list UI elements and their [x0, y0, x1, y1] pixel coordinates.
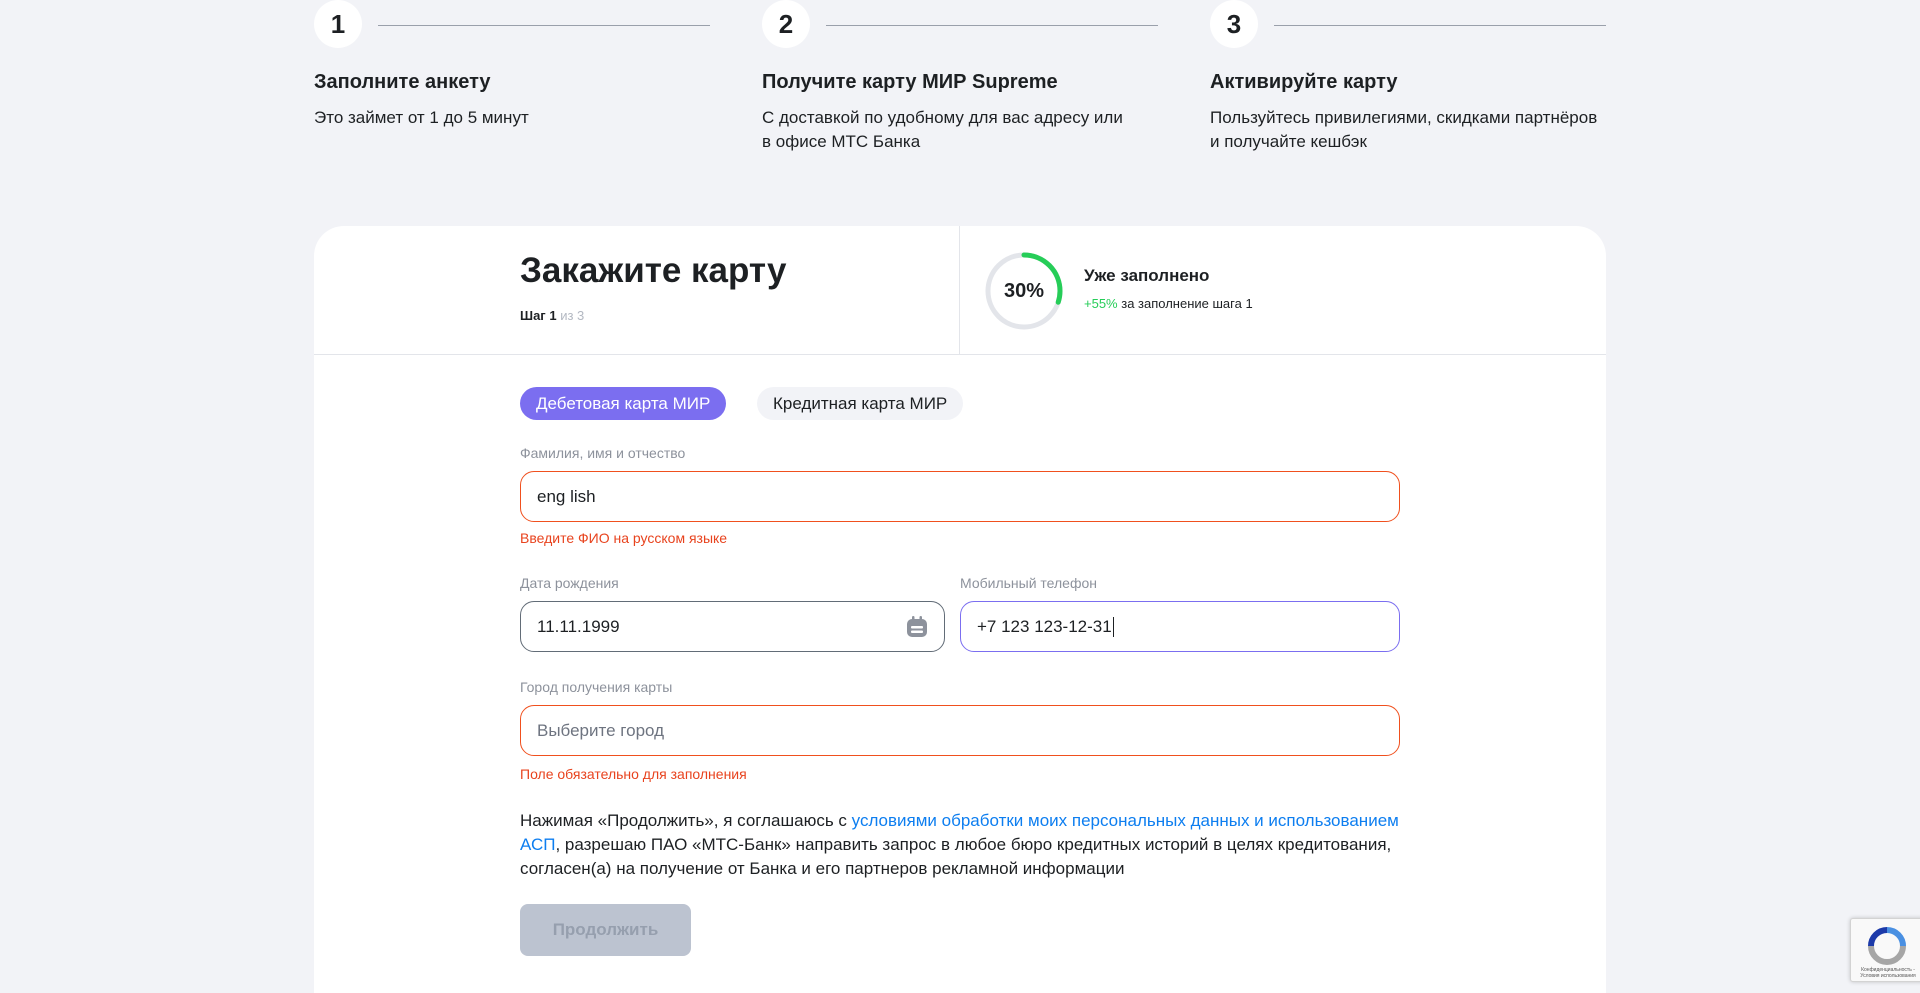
step-title: Заполните анкету: [314, 71, 491, 93]
step-3: 3 Активируйте карту Пользуйтесь привилег…: [1210, 0, 1610, 151]
text-caret: [1112, 616, 1114, 637]
order-card-form: Закажите карту Шаг 1 из 3 30% Уже заполн…: [314, 226, 1606, 993]
city-label: Город получения карты: [520, 679, 673, 695]
city-input[interactable]: Выберите город: [520, 705, 1400, 756]
form-header: Закажите карту Шаг 1 из 3 30% Уже заполн…: [314, 226, 1606, 355]
step-1: 1 Заполните анкету Это займет от 1 до 5 …: [314, 0, 714, 127]
fio-error: Введите ФИО на русском языке: [520, 530, 728, 546]
step-title: Получите карту МИР Supreme: [762, 71, 1058, 93]
recaptcha-badge[interactable]: Конфиденциальность - Условия использован…: [1850, 918, 1920, 982]
step-number: 3: [1210, 0, 1258, 48]
header-divider: [959, 226, 960, 355]
fio-input[interactable]: eng lish: [520, 471, 1400, 522]
step-number: 1: [314, 0, 362, 48]
calendar-icon[interactable]: [907, 616, 927, 638]
phone-label: Мобильный телефон: [960, 575, 1097, 591]
step-2: 2 Получите карту МИР Supreme С доставкой…: [762, 0, 1162, 151]
step-description: С доставкой по удобному для вас адресу и…: [762, 108, 1123, 151]
step-line: [826, 25, 1158, 26]
progress-bonus: +55% за заполнение шага 1: [1084, 296, 1253, 311]
form-title: Закажите карту: [520, 251, 787, 290]
birthdate-label: Дата рождения: [520, 575, 619, 591]
progress-title: Уже заполнено: [1084, 266, 1210, 285]
recaptcha-terms: Конфиденциальность - Условия использован…: [1860, 967, 1916, 979]
step-description: Это займет от 1 до 5 минут: [314, 108, 529, 127]
step-counter: Шаг 1 из 3: [520, 308, 585, 323]
phone-input[interactable]: +7 123 123-12-31: [960, 601, 1400, 652]
step-line: [378, 25, 710, 26]
step-number: 2: [762, 0, 810, 48]
city-error: Поле обязательно для заполнения: [520, 766, 747, 782]
progress-ring: 30%: [984, 251, 1064, 331]
debit-card-tab[interactable]: Дебетовая карта МИР: [520, 387, 727, 420]
consent-text: Нажимая «Продолжить», я соглашаюсь с усл…: [520, 811, 1399, 878]
continue-button[interactable]: Продолжить: [520, 904, 691, 956]
step-line: [1274, 25, 1606, 26]
credit-card-tab[interactable]: Кредитная карта МИР: [757, 387, 964, 420]
step-title: Активируйте карту: [1210, 71, 1398, 93]
birthdate-input[interactable]: 11.11.1999: [520, 601, 945, 652]
recaptcha-icon: [1868, 927, 1906, 965]
step-description: Пользуйтесь привилегиями, скидками партн…: [1210, 108, 1598, 151]
steps-section: 1 Заполните анкету Это займет от 1 до 5 …: [314, 0, 1606, 170]
fio-label: Фамилия, имя и отчество: [520, 445, 686, 461]
progress-percent: 30%: [1003, 279, 1045, 302]
